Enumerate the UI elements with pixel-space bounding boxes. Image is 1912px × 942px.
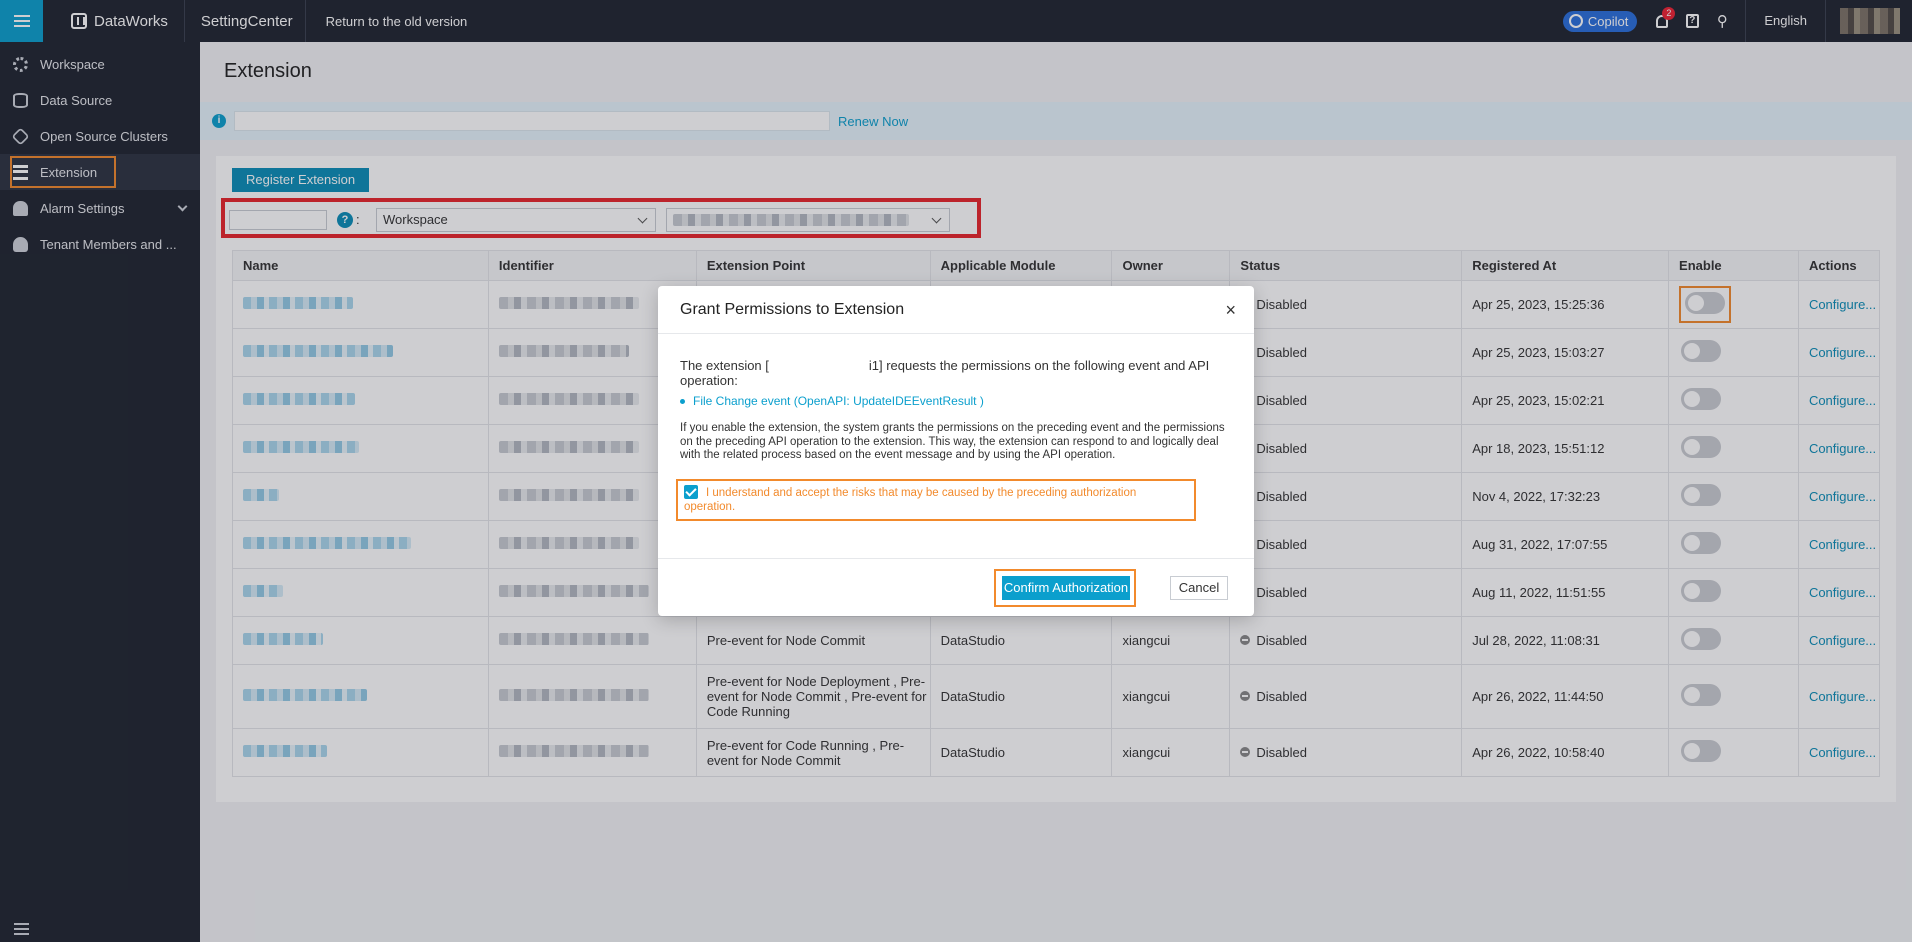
permission-intro: The extension [i1] requests the permissi…	[680, 358, 1232, 388]
checkbox-checked-icon[interactable]	[684, 484, 698, 499]
confirm-authorization-button[interactable]: Confirm Authorization	[1002, 576, 1130, 600]
cancel-button[interactable]: Cancel	[1170, 576, 1228, 600]
permission-description: If you enable the extension, the system …	[680, 422, 1225, 461]
event-name: File Change event (OpenAPI: UpdateIDEEve…	[693, 394, 984, 408]
dialog-title: Grant Permissions to Extension	[680, 300, 905, 318]
dialog-footer: Confirm Authorization Cancel	[658, 558, 1254, 616]
close-icon[interactable]: ×	[1225, 300, 1236, 321]
acknowledge-label: I understand and accept the risks that m…	[684, 486, 1137, 513]
event-list-item: File Change event (OpenAPI: UpdateIDEEve…	[680, 394, 1232, 408]
acknowledge-checkbox-row[interactable]: I understand and accept the risks that m…	[676, 478, 1196, 521]
grant-permissions-dialog: Grant Permissions to Extension × The ext…	[658, 286, 1254, 616]
intro-text-start: The extension [	[680, 358, 769, 373]
dialog-body: The extension [i1] requests the permissi…	[658, 334, 1254, 521]
dialog-header: Grant Permissions to Extension	[658, 286, 1254, 334]
bullet-icon	[680, 398, 685, 404]
